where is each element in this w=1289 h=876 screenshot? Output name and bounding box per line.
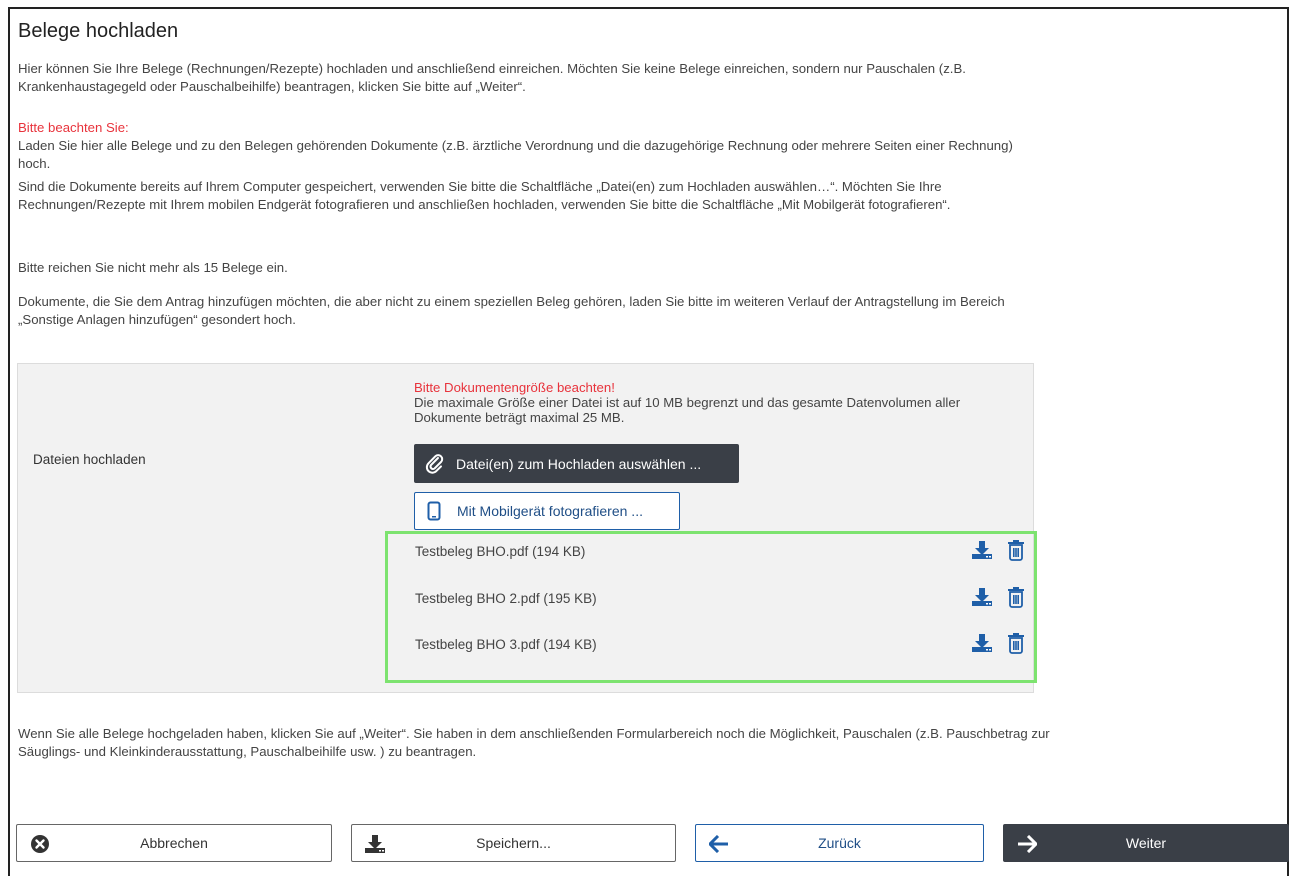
other-docs-text: Dokumente, die Sie dem Antrag hinzufügen…: [18, 294, 1005, 327]
footer-text: Wenn Sie alle Belege hochgeladen haben, …: [18, 726, 1050, 759]
download-icon[interactable]: [971, 633, 993, 656]
close-circle-icon: [29, 833, 51, 855]
upload-label: Dateien hochladen: [33, 452, 146, 467]
file-name: Testbeleg BHO.pdf (194 KB): [415, 543, 586, 559]
page-title: Belege hochladen: [18, 20, 179, 42]
notice-text-1: Laden Sie hier alle Belege und zu den Be…: [18, 138, 1013, 171]
select-files-button[interactable]: Datei(en) zum Hochladen auswählen ...: [414, 444, 739, 483]
arrow-left-icon: [708, 833, 730, 855]
notice-text-2: Sind die Dokumente bereits auf Ihrem Com…: [18, 179, 951, 212]
back-label: Zurück: [818, 835, 861, 851]
save-label: Speichern...: [476, 835, 551, 851]
cancel-button[interactable]: Abbrechen: [16, 824, 332, 862]
trash-icon[interactable]: [1007, 586, 1025, 611]
download-icon[interactable]: [971, 587, 993, 610]
mobile-photo-label: Mit Mobilgerät fotografieren ...: [457, 503, 643, 519]
download-icon: [364, 833, 386, 855]
file-row: Testbeleg BHO 3.pdf (194 KB): [415, 632, 1025, 656]
size-info: Bitte Dokumentengröße beachten! Die maxi…: [414, 380, 1024, 425]
arrow-right-icon: [1016, 833, 1038, 855]
mobile-phone-icon: [424, 500, 444, 522]
save-button[interactable]: Speichern...: [351, 824, 676, 862]
notice-heading: Bitte beachten Sie:: [18, 120, 129, 135]
file-name: Testbeleg BHO 3.pdf (194 KB): [415, 636, 597, 652]
paperclip-icon: [424, 453, 446, 475]
next-button[interactable]: Weiter: [1003, 824, 1289, 862]
cancel-label: Abbrechen: [140, 835, 208, 851]
trash-icon[interactable]: [1007, 632, 1025, 657]
file-row: Testbeleg BHO 2.pdf (195 KB): [415, 586, 1025, 610]
size-info-text: Die maximale Größe einer Datei ist auf 1…: [414, 395, 961, 425]
limit-text: Bitte reichen Sie nicht mehr als 15 Bele…: [18, 260, 288, 275]
back-button[interactable]: Zurück: [695, 824, 984, 862]
trash-icon[interactable]: [1007, 539, 1025, 564]
mobile-photo-button[interactable]: Mit Mobilgerät fotografieren ...: [414, 492, 680, 530]
intro-text: Hier können Sie Ihre Belege (Rechnungen/…: [18, 61, 966, 94]
file-name: Testbeleg BHO 2.pdf (195 KB): [415, 590, 597, 606]
next-label: Weiter: [1125, 835, 1167, 851]
select-files-label: Datei(en) zum Hochladen auswählen ...: [456, 455, 702, 472]
size-warning: Bitte Dokumentengröße beachten!: [414, 380, 615, 395]
uploaded-files-list: Testbeleg BHO.pdf (194 KB) Testbeleg BHO…: [385, 531, 1037, 683]
download-icon[interactable]: [971, 540, 993, 563]
file-row: Testbeleg BHO.pdf (194 KB): [415, 539, 1025, 563]
